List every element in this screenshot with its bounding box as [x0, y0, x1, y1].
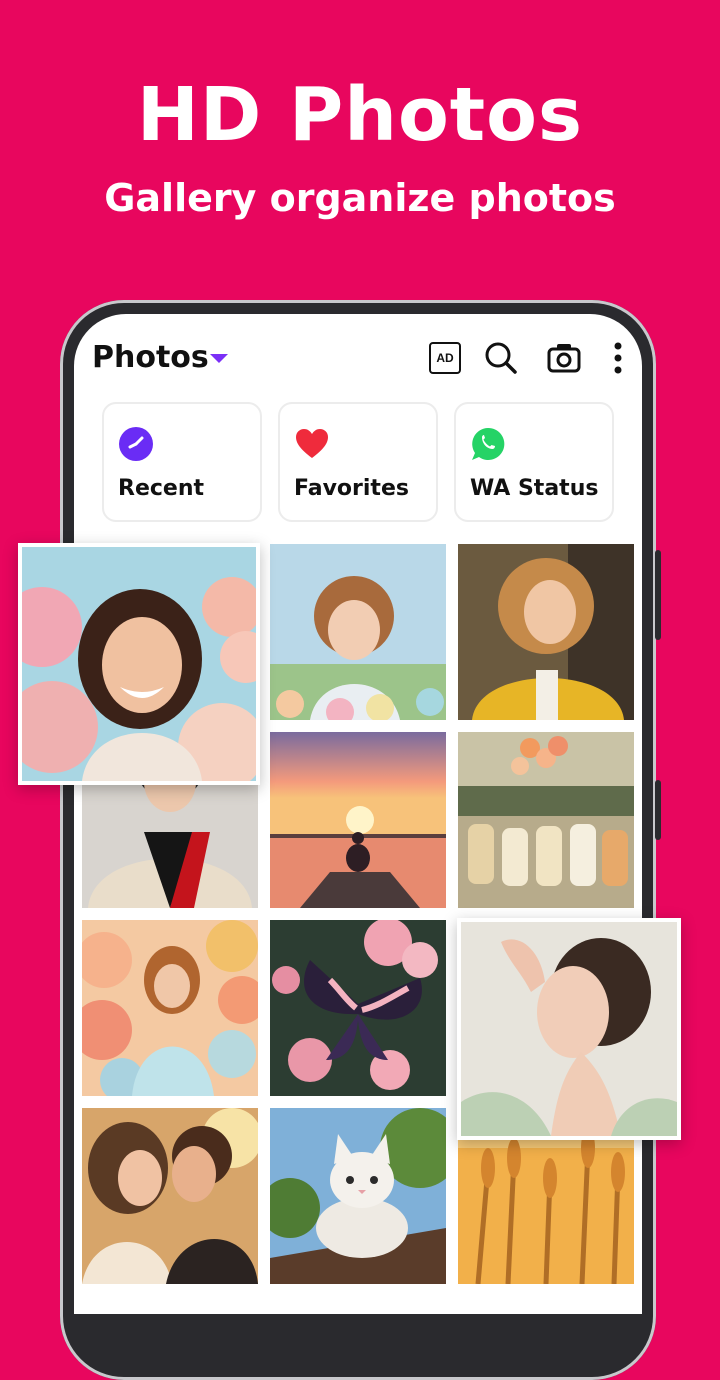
recent-label: Recent	[118, 476, 205, 501]
clock-icon	[119, 427, 153, 461]
photo-couple-portrait-image	[82, 1108, 258, 1284]
more-vert-icon[interactable]	[600, 340, 636, 376]
photo-woman-with-balloons-image	[82, 920, 258, 1096]
photo-girl-yellow-jacket-image	[458, 544, 634, 720]
photo-white-kitten-image	[270, 1108, 446, 1284]
photo-sunset-yoga-image	[270, 732, 446, 908]
phone-side-button	[655, 780, 661, 840]
chevron-down-icon[interactable]	[210, 354, 228, 363]
ad-icon[interactable]: AD	[429, 342, 461, 374]
app-bar: Photos AD	[74, 314, 642, 398]
photo-girl-with-balloons[interactable]	[18, 543, 260, 785]
photo-sunset-yoga[interactable]	[270, 732, 446, 908]
subheadline: Gallery organize photos	[104, 176, 616, 220]
photo-girl-with-balloons-image	[22, 547, 256, 781]
photo-friends-with-balloons-image	[458, 732, 634, 908]
photo-butterfly-flowers-image	[270, 920, 446, 1096]
camera-icon[interactable]	[546, 340, 582, 376]
phone-screen: Photos AD Recent Favorites WA Status	[74, 314, 642, 1314]
photo-butterfly-flowers[interactable]	[270, 920, 446, 1096]
wa-status-card[interactable]: WA Status	[454, 402, 614, 522]
heart-icon	[296, 429, 328, 458]
phone-side-button	[655, 550, 661, 640]
wa-status-label: WA Status	[470, 476, 599, 501]
whatsapp-icon	[472, 427, 505, 460]
photo-woman-with-balloons[interactable]	[82, 920, 258, 1096]
photo-friends-with-balloons[interactable]	[458, 732, 634, 908]
photo-woman-sunlight-image	[461, 922, 677, 1136]
favorites-label: Favorites	[294, 476, 409, 501]
recent-card[interactable]: Recent	[102, 402, 262, 522]
photo-woman-sunlight[interactable]	[457, 918, 681, 1140]
headline: HD Photos	[136, 72, 584, 158]
favorites-card[interactable]: Favorites	[278, 402, 438, 522]
photo-toddler-in-flowers[interactable]	[270, 544, 446, 720]
album-title[interactable]: Photos	[92, 340, 209, 375]
search-icon[interactable]	[483, 340, 519, 376]
photo-toddler-in-flowers-image	[270, 544, 446, 720]
photo-girl-yellow-jacket[interactable]	[458, 544, 634, 720]
photo-couple-portrait[interactable]	[82, 1108, 258, 1284]
photo-white-kitten[interactable]	[270, 1108, 446, 1284]
